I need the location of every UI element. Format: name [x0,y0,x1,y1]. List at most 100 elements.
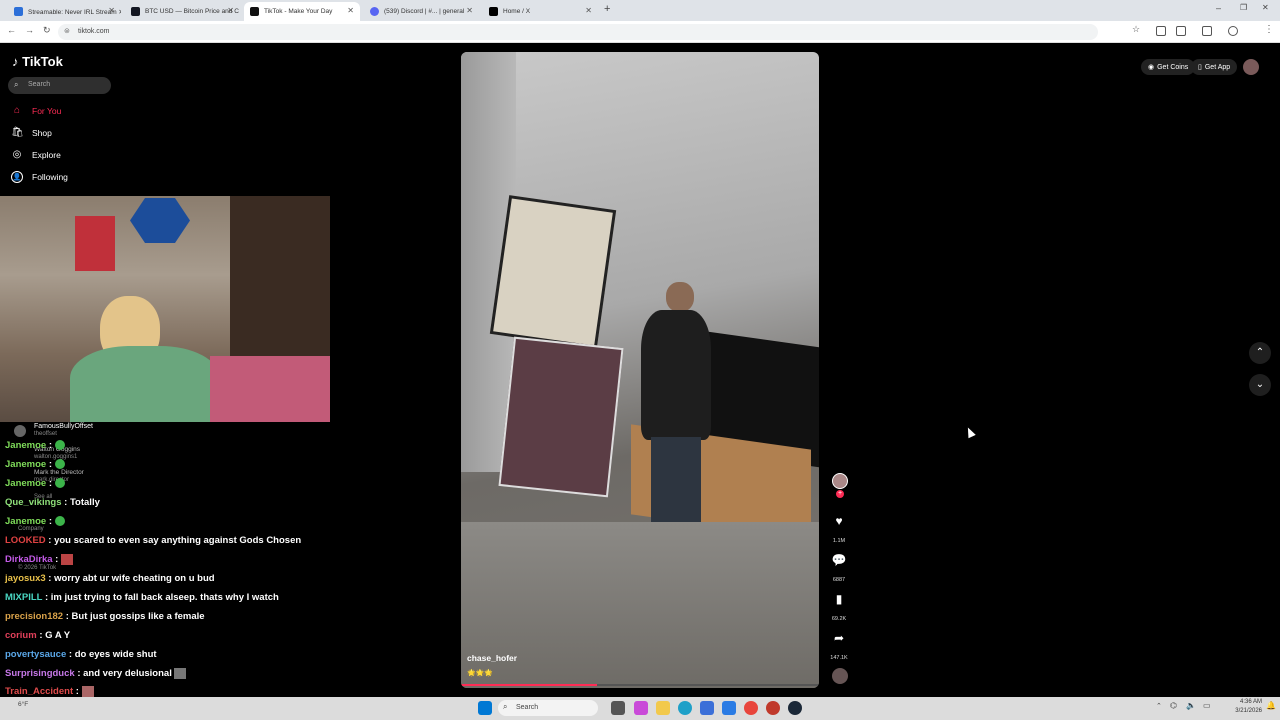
chat-text: im just trying to fall back alseep. that… [50,592,279,603]
shop-icon: 🛍 [11,127,24,138]
emote-icon [54,440,65,451]
phone-icon: ▯ [1198,64,1202,71]
chat-user: Janemoe [5,459,47,470]
chat-user: Train_Accident [5,686,74,698]
chat-message: MIXPILL : im just trying to fall back al… [5,592,279,603]
bookmark-star-icon[interactable]: ☆ [1132,24,1140,35]
steam-icon[interactable] [788,701,802,715]
wall-poster [75,216,115,271]
profile-icon[interactable] [1228,26,1238,36]
weather-text[interactable]: 6°F [18,701,28,708]
extension-icon[interactable] [1156,26,1166,36]
search-input[interactable]: ⌕ Search [8,77,111,94]
nav-label: Shop [32,128,52,138]
close-window-button[interactable]: ✕ [1262,3,1269,12]
chat-message: Train_Accident : [5,686,94,697]
browser-tab-2[interactable]: BTC USD — Bitcoin Price and C ✕ [125,2,240,21]
nav-label: For You [32,106,62,116]
mail-icon[interactable] [722,701,736,715]
file-explorer-icon[interactable] [656,701,670,715]
progress-track[interactable] [461,684,819,686]
taskbar-search[interactable]: ⌕ Search [498,700,598,716]
clock-time[interactable]: 4:36 AM [1228,699,1262,705]
network-icon[interactable]: ⌬ [1170,701,1177,710]
back-icon[interactable]: ← [7,25,16,35]
site-info-icon[interactable]: ⊜ [64,27,70,35]
forward-icon[interactable]: → [25,25,34,35]
browser-tab-1[interactable]: Streamable: Never IRL Stream ✕ ✕ [8,2,121,21]
tray-chevron-up-icon[interactable]: ⌃ [1156,702,1162,710]
clock-date[interactable]: 3/21/2026 [1228,708,1262,714]
like-heart-icon[interactable]: ♥ [831,514,847,528]
copilot-icon[interactable] [634,701,648,715]
close-tab-icon[interactable]: ✕ [108,6,115,15]
chrome-icon[interactable] [744,701,758,715]
chat-user: jayosux3 [5,573,46,584]
streamable-icon [14,7,23,16]
new-tab-button[interactable]: + [604,3,610,15]
chat-user: Janemoe [5,478,47,489]
home-icon: ⌂ [13,105,21,116]
close-tab-icon[interactable]: ✕ [585,6,592,15]
avatar [14,425,26,437]
edge-icon[interactable] [678,701,692,715]
browser-tab-3-active[interactable]: TikTok - Make Your Day ✕ [244,2,360,21]
url-field[interactable]: ⊜ tiktok.com [58,24,1098,40]
menu-kebab-icon[interactable]: ⋮ [1264,24,1274,35]
chat-user: precision182 [5,611,64,622]
battery-icon[interactable]: ▭ [1203,701,1211,710]
chat-message: DirkaDirka : [5,554,73,565]
previous-video-chevron-up-icon[interactable]: ⌃ [1249,342,1271,364]
chat-message: Surprisingduck : and very delusional [5,668,187,680]
close-tab-icon[interactable]: ✕ [347,6,354,15]
get-coins-button[interactable]: ◉ Get Coins [1141,59,1196,75]
nav-item-explore[interactable]: ◎ Explore [11,149,61,161]
framed-poster [489,195,617,349]
follow-plus-icon[interactable]: + [836,490,844,498]
close-tab-icon[interactable]: ✕ [227,6,234,15]
start-windows-icon[interactable] [478,701,492,715]
sound-disc-icon[interactable] [832,668,848,684]
chat-user: Surprisingduck [5,668,75,680]
creator-avatar[interactable] [832,473,848,489]
obs-icon[interactable] [766,701,780,715]
video-player[interactable]: chase_hofer 🌟🌟🌟 [461,52,819,688]
video-username[interactable]: chase_hofer [467,653,517,663]
sidebar-icon[interactable] [1202,26,1212,36]
nav-item-following[interactable]: 👤 Following [11,171,68,183]
share-icon[interactable]: ➦ [831,631,847,645]
minimize-button[interactable]: – [1216,3,1221,13]
nav-item-for-you[interactable]: ⌂ For You [11,105,61,117]
notification-bell-icon[interactable]: 🔔 [1266,701,1276,710]
maximize-button[interactable]: ❐ [1240,3,1247,12]
share-count: 147.1K [830,655,848,661]
close-tab-icon[interactable]: ✕ [466,6,473,15]
nav-item-shop[interactable]: 🛍 Shop [11,127,52,139]
browser-tab-4[interactable]: (539) Discord | #... | general ✕ [364,2,479,21]
get-app-button[interactable]: ▯ Get App [1191,59,1238,75]
user-avatar[interactable] [1243,59,1259,75]
bookmark-icon[interactable]: ▮ [831,592,847,606]
volume-icon[interactable]: 🔈 [1186,701,1196,710]
nav-label: Explore [32,150,61,160]
streamer-webcam [0,196,330,422]
chat-text: worry abt ur wife cheating on u bud [54,573,215,584]
store-icon[interactable] [700,701,714,715]
person-head [666,282,694,312]
address-bar-row: ← → ↻ ⊜ tiktok.com ☆ ⋮ [0,21,1280,43]
tiktok-logo[interactable]: ♪ TikTok [12,54,63,69]
compass-icon: ◎ [12,149,22,160]
streamer-shirt [70,346,220,422]
windows-taskbar: 6°F ⌕ Search ⌃ ⌬ 🔈 ▭ 4:36 AM 3/21/2026 🔔 [0,697,1280,720]
browser-tab-5[interactable]: Home / X ✕ [483,2,598,21]
like-count: 1.1M [832,538,846,544]
chat-user: povertysauce [5,649,67,660]
extensions-puzzle-icon[interactable] [1176,26,1186,36]
coin-icon: ◉ [1148,64,1155,71]
chat-message: Janemoe : [5,478,65,489]
next-video-chevron-down-icon[interactable]: ⌄ [1249,374,1271,396]
task-view-icon[interactable] [611,701,625,715]
tab-label: Home / X [503,8,531,15]
reload-icon[interactable]: ↻ [43,25,51,36]
comment-icon[interactable]: 💬 [831,553,847,567]
